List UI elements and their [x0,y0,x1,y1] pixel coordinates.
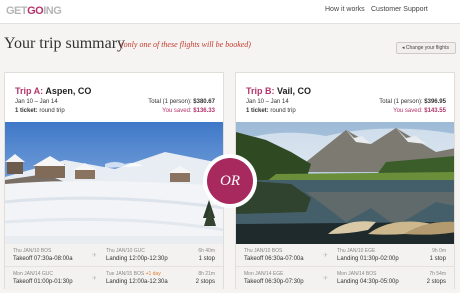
plane-icon: ✈ [323,276,329,282]
leg-landing-time: Landing 04:30p-05:00p [337,279,399,285]
flight-legs: Thu JAN/10 BOS Takeoff 06:30a-07:00a ✈ T… [236,244,454,290]
flight-leg[interactable]: Mon JAN/14 EGE Takeoff 06:30p-07:30p ✈ M… [236,266,454,288]
flight-leg[interactable]: Thu JAN/10 BOS Takeoff 07:30a-08:00a ✈ T… [5,244,223,266]
plane-icon: ✈ [323,253,329,259]
saved-label: You saved: [162,108,192,114]
plane-icon: ✈ [92,253,98,259]
ticket-info: 1 ticket: round trip [246,108,296,114]
plus-day: +1 day [145,271,161,277]
change-flights-button[interactable]: ◂ Change your flights [396,42,456,54]
leg-arrival-date: Thu JAN/10 GUC [106,248,145,254]
leg-duration: 9h 0m [432,248,446,254]
leg-arrival-date: Thu JAN/10 EGE [337,248,375,254]
leg-takeoff-time: Takeoff 06:30a-07:00a [244,256,304,262]
total-label: Total (1 person): [379,99,423,105]
trip-dates: Jan 10 – Jan 14 [15,99,58,105]
trip-card-a[interactable]: Trip A: Aspen, CO Jan 10 – Jan 14 1 tick… [4,72,224,290]
saved-label: You saved: [393,108,423,114]
trip-card-b[interactable]: Trip B: Vail, CO Jan 10 – Jan 14 1 ticke… [235,72,455,290]
leg-departure-date: Thu JAN/10 BOS [13,248,52,254]
plane-icon: ✈ [92,276,98,282]
ticket-type: round trip [39,108,65,114]
trip-destination: Vail, CO [277,86,312,96]
leg-landing-time: Landing 12:00a-12:30a [106,279,168,285]
ticket-type: round trip [270,108,296,114]
leg-duration: 6h 40m [198,248,215,254]
trip-label: Trip B: [246,86,275,96]
leg-takeoff-time: Takeoff 06:30p-07:30p [244,279,304,285]
or-label: OR [207,158,253,204]
leg-landing-time: Landing 01:30p-02:00p [337,256,399,262]
getgoing-logo[interactable]: GETGOING [6,5,62,17]
saved-amount: $143.55 [424,108,446,114]
leg-takeoff-time: Takeoff 01:00p-01:30p [13,279,73,285]
trip-total: Total (1 person): $396.95 [379,99,446,105]
trip-label: Trip A: [15,86,44,96]
leg-departure-date: Thu JAN/10 BOS [244,248,283,254]
leg-duration: 8h 21m [198,271,215,277]
vail-photo [236,122,454,244]
leg-landing-time: Landing 12:00p-12:30p [106,256,168,262]
nav-how-it-works[interactable]: How it works [325,6,365,13]
logo-text-ing: ING [43,5,62,17]
trip-saved: You saved: $136.33 [162,108,215,114]
leg-stops: 2 stops [426,279,446,285]
page-subtitle: (only one of these flights will be booke… [121,40,251,49]
trip-title: Trip B: Vail, CO [246,86,311,96]
trip-dates: Jan 10 – Jan 14 [246,99,289,105]
trip-saved: You saved: $143.55 [393,108,446,114]
leg-duration: 7h 54m [429,271,446,277]
or-badge: OR [203,154,257,208]
leg-departure-date: Mon JAN/14 EGE [244,271,284,277]
leg-takeoff-time: Takeoff 07:30a-08:00a [13,256,73,262]
logo-text-get: GET [6,5,28,17]
trip-title: Trip A: Aspen, CO [15,86,91,96]
leg-departure-date: Mon JAN/14 GUC [13,271,54,277]
flight-legs: Thu JAN/10 BOS Takeoff 07:30a-08:00a ✈ T… [5,244,223,290]
saved-amount: $136.33 [193,108,215,114]
ticket-label: 1 ticket: [15,108,38,114]
leg-stops: 1 stop [429,256,446,262]
flight-leg[interactable]: Thu JAN/10 BOS Takeoff 06:30a-07:00a ✈ T… [236,244,454,266]
aspen-photo [5,122,223,244]
total-price: $380.67 [193,99,215,105]
trip-header: Trip B: Vail, CO Jan 10 – Jan 14 1 ticke… [236,73,454,123]
leg-stops: 1 stop [198,256,215,262]
logo-text-go: GO [27,5,44,17]
page-title: Your trip summary [4,35,126,52]
ticket-label: 1 ticket: [246,108,269,114]
trip-destination: Aspen, CO [45,86,92,96]
flight-leg[interactable]: Mon JAN/14 GUC Takeoff 01:00p-01:30p ✈ T… [5,266,223,288]
leg-arrival-date: Mon JAN/14 BOS [337,271,376,277]
leg-arrival-date: Tue JAN/15 BOS +1 day [106,271,161,277]
ticket-info: 1 ticket: round trip [15,108,65,114]
arrival-date-text: Mon JAN/14 BOS [337,271,377,277]
leg-stops: 2 stops [195,279,215,285]
top-bar: GETGOING How it works Customer Support [0,0,460,24]
arrival-date-text: Tue JAN/15 BOS [106,271,145,277]
total-price: $396.95 [424,99,446,105]
arrival-date-text: Thu JAN/10 EGE [337,248,376,254]
trip-total: Total (1 person): $380.67 [148,99,215,105]
total-label: Total (1 person): [148,99,192,105]
trip-header: Trip A: Aspen, CO Jan 10 – Jan 14 1 tick… [5,73,223,123]
nav-customer-support[interactable]: Customer Support [371,6,428,13]
arrival-date-text: Thu JAN/10 GUC [106,248,145,254]
